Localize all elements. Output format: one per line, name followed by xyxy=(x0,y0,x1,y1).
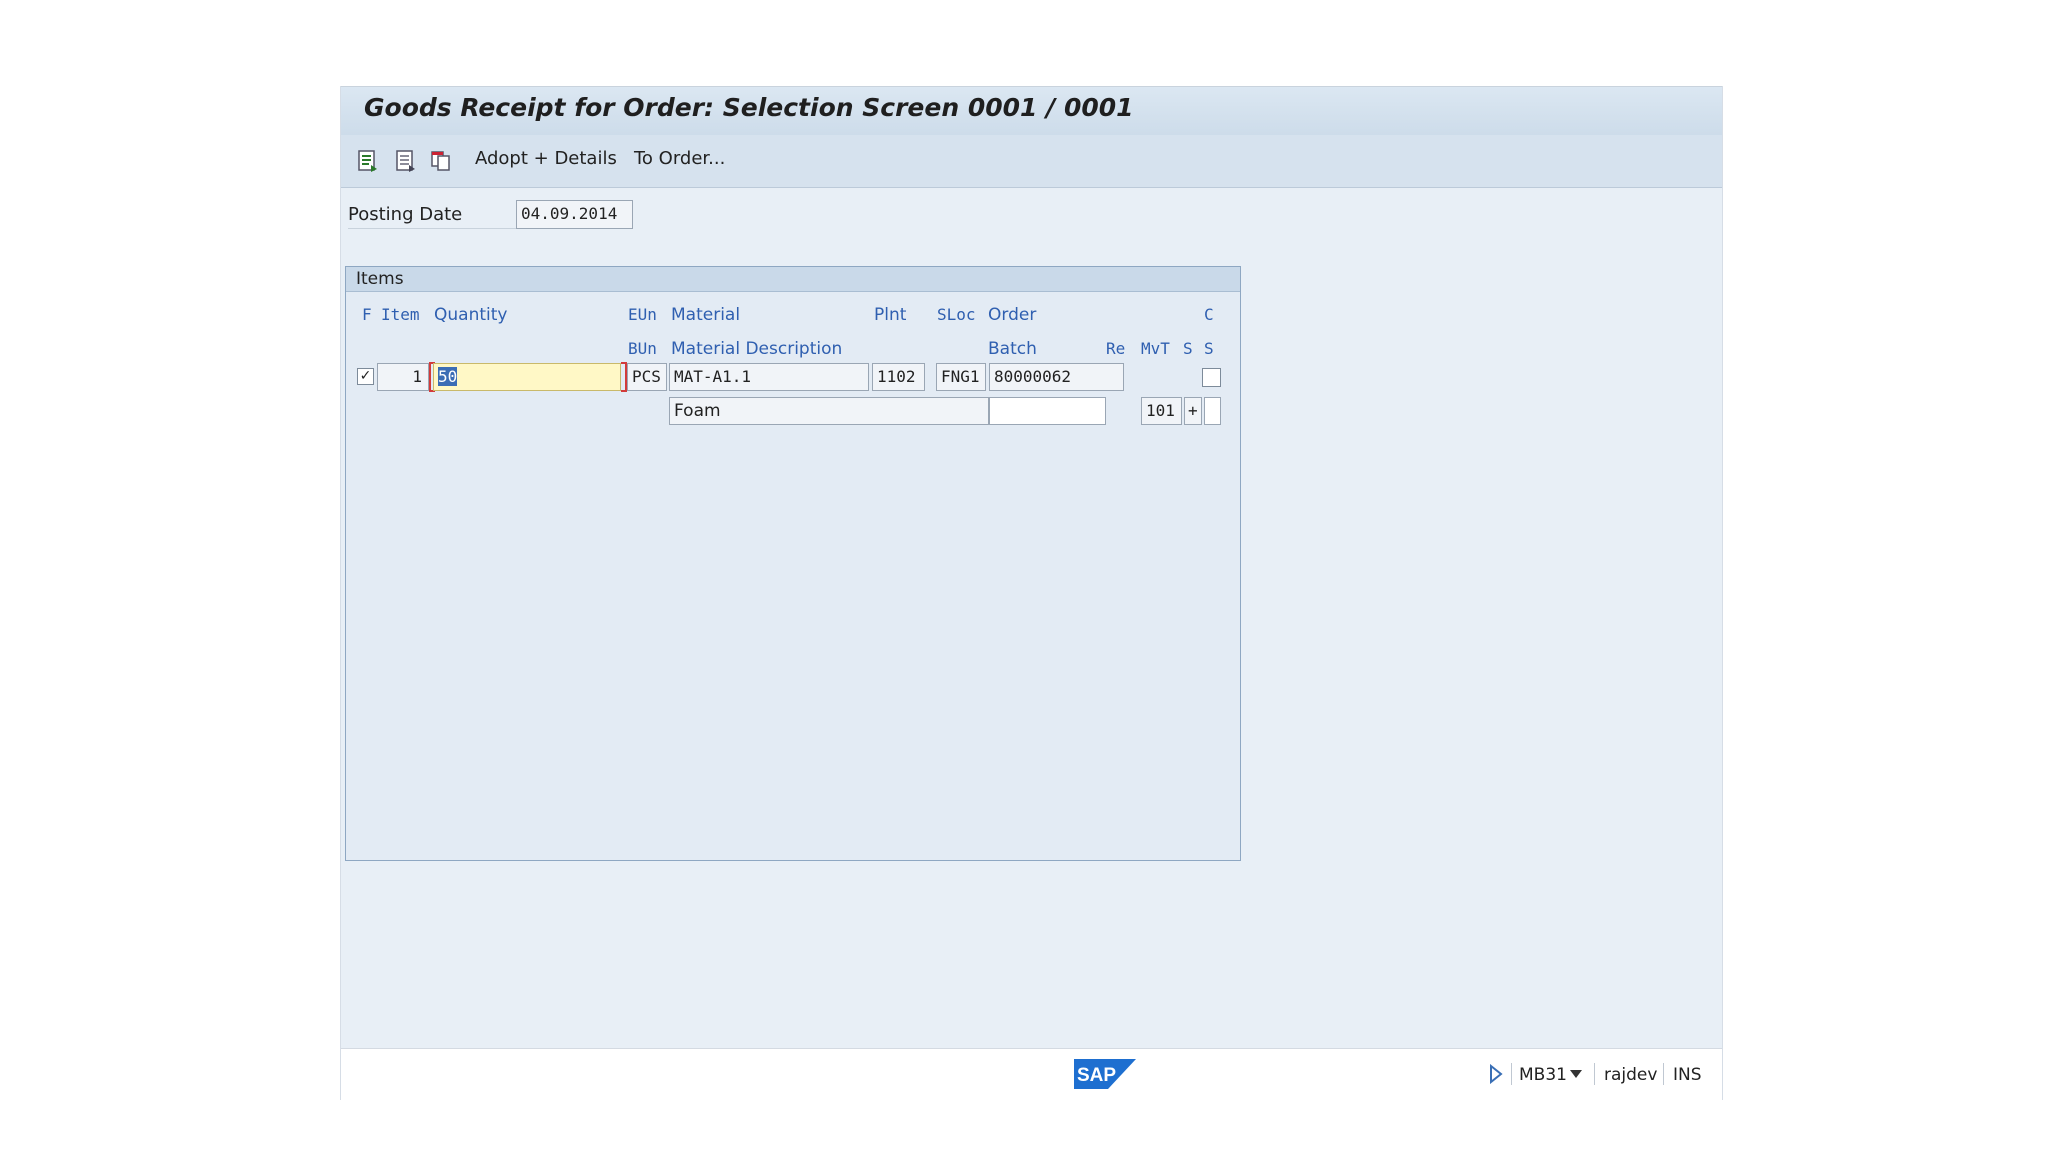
page-title: Goods Receipt for Order: Selection Scree… xyxy=(364,93,1134,122)
item-number-field[interactable]: 1 xyxy=(377,363,429,391)
title-bar: Goods Receipt for Order: Selection Scree… xyxy=(341,86,1722,135)
status-expand-icon[interactable] xyxy=(1489,1064,1503,1084)
col-quantity: Quantity xyxy=(434,305,508,325)
sap-window: Goods Receipt for Order: Selection Scree… xyxy=(340,86,1723,1101)
col-batch: Batch xyxy=(988,339,1037,359)
copy-icon[interactable] xyxy=(430,149,452,173)
user-name: rajdev xyxy=(1604,1065,1658,1085)
item-select-checkbox[interactable]: ✓ xyxy=(357,368,374,385)
detail-icon[interactable] xyxy=(395,149,417,173)
movement-type-field[interactable]: 101 xyxy=(1141,397,1182,425)
items-panel-header: Items xyxy=(346,267,1240,292)
col-material: Material xyxy=(671,305,741,325)
col-plnt: Plnt xyxy=(874,305,907,325)
material-field[interactable]: MAT-A1.1 xyxy=(669,363,869,391)
transaction-code[interactable]: MB31 xyxy=(1519,1065,1567,1085)
items-panel: Items F Item Quantity EUn Material Plnt … xyxy=(345,266,1241,861)
quantity-field[interactable]: 50 xyxy=(433,363,621,391)
col-order: Order xyxy=(988,305,1037,325)
status-separator xyxy=(1511,1063,1512,1085)
items-title: Items xyxy=(356,269,404,289)
status-bar: SAP MB31 rajdev INS xyxy=(341,1048,1722,1101)
c-checkbox[interactable] xyxy=(1202,368,1221,387)
movement-sign-field[interactable]: + xyxy=(1184,397,1202,425)
posting-date-field[interactable]: 04.09.2014 xyxy=(516,200,633,229)
chevron-down-icon[interactable] xyxy=(1569,1069,1583,1079)
application-toolbar: Adopt + Details To Order... xyxy=(341,135,1722,188)
col-sloc: SLoc xyxy=(937,305,976,324)
sap-logo: SAP xyxy=(1074,1059,1136,1089)
col-s2: S xyxy=(1204,339,1214,358)
material-description-field[interactable]: Foam xyxy=(669,397,989,425)
col-f: F xyxy=(362,305,372,324)
adopt-details-button[interactable]: Adopt + Details xyxy=(475,148,617,169)
order-field[interactable]: 80000062 xyxy=(989,363,1124,391)
col-material-description: Material Description xyxy=(671,339,843,359)
col-eun: EUn xyxy=(628,305,657,324)
execute-icon[interactable] xyxy=(357,149,379,173)
batch-field[interactable] xyxy=(989,397,1106,425)
storage-location-field[interactable]: FNG1 xyxy=(936,363,986,391)
label-underline xyxy=(348,228,528,229)
status-separator xyxy=(1663,1063,1664,1085)
col-mvt: MvT xyxy=(1141,339,1170,358)
plant-field[interactable]: 1102 xyxy=(872,363,925,391)
col-c: C xyxy=(1204,305,1214,324)
col-bun: BUn xyxy=(628,339,657,358)
col-s1: S xyxy=(1183,339,1193,358)
col-item: Item xyxy=(381,305,420,324)
to-order-button[interactable]: To Order... xyxy=(634,148,725,169)
special-stock-field[interactable] xyxy=(1204,397,1221,425)
col-re: Re xyxy=(1106,339,1126,358)
unit-field[interactable]: PCS xyxy=(627,363,667,391)
insert-mode[interactable]: INS xyxy=(1673,1065,1702,1085)
quantity-value: 50 xyxy=(438,367,458,386)
posting-date-label: Posting Date xyxy=(348,204,463,225)
svg-text:SAP: SAP xyxy=(1077,1065,1116,1086)
status-separator xyxy=(1594,1063,1595,1085)
